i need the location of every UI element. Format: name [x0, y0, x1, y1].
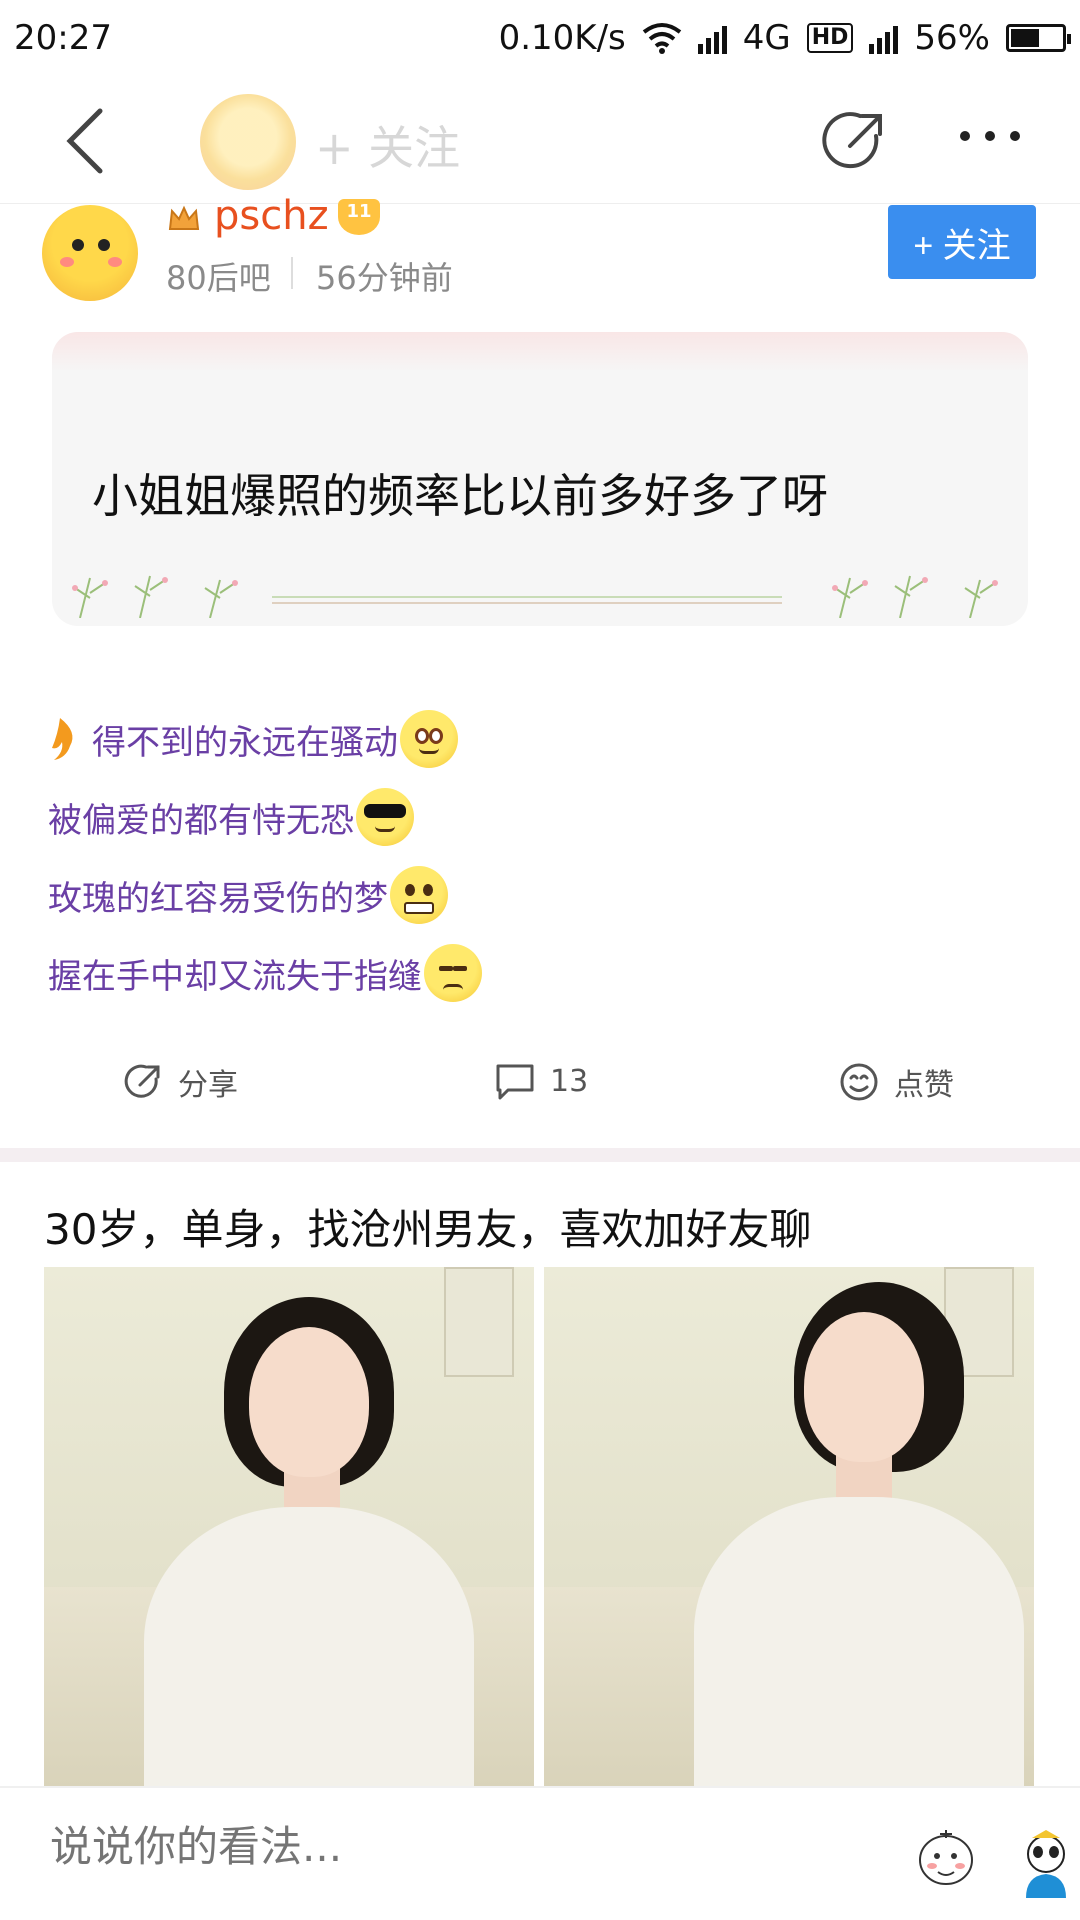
body-line-text: 握在手中却又流失于指缝	[48, 956, 422, 997]
comment-icon	[496, 1064, 534, 1100]
share-action-icon	[124, 1064, 160, 1098]
level-badge: 11	[338, 199, 380, 235]
post2-photo[interactable]	[44, 1267, 534, 1787]
user-avatar[interactable]	[42, 205, 138, 301]
face	[249, 1327, 369, 1477]
share-label: 分享	[178, 1068, 238, 1103]
battery-fill	[1011, 29, 1039, 47]
wall-switch	[444, 1267, 514, 1377]
panda-sticker-icon[interactable]	[1018, 1824, 1074, 1898]
post2-title[interactable]: 30岁，单身，找沧州男友，喜欢加好友聊	[44, 1196, 811, 1257]
comment-action[interactable]: 13	[494, 1060, 588, 1102]
nav-avatar[interactable]	[200, 94, 296, 190]
post-actions: 分享 13 点赞	[0, 1050, 1080, 1120]
wifi-icon	[642, 23, 681, 54]
like-icon	[840, 1063, 878, 1101]
sunglasses-emoji-icon	[356, 788, 414, 846]
network-speed: 0.10K/s	[498, 18, 626, 58]
meme-sticker-icon[interactable]	[904, 1822, 984, 1892]
status-time: 20:27	[14, 18, 112, 58]
like-action[interactable]: 点赞	[838, 1060, 954, 1104]
battery-icon	[1006, 24, 1071, 52]
body-line: 得不到的永远在骚动	[48, 700, 1048, 778]
quote-card: 小姐姐爆照的频率比以前多好多了呀	[52, 332, 1028, 626]
face	[804, 1312, 924, 1462]
crown-icon	[168, 205, 200, 230]
tree-decoration-left	[72, 575, 238, 618]
nav-bar: + 关注	[0, 76, 1080, 204]
body	[694, 1497, 1024, 1787]
nav-follow-button[interactable]: + 关注	[315, 112, 460, 178]
wide-eyes-emoji-icon	[400, 710, 458, 768]
comment-input[interactable]	[50, 1822, 850, 1871]
battery-percent: 56%	[914, 18, 990, 58]
forum-name[interactable]: 80后吧	[166, 253, 271, 299]
signal-icon	[697, 22, 727, 54]
comment-count: 13	[550, 1063, 589, 1099]
post-header: pschz 11 80后吧 56分钟前 + 关注	[0, 193, 1080, 305]
post-time: 56分钟前	[316, 259, 453, 297]
signal-icon-2	[869, 22, 899, 54]
hd-badge: HD	[806, 23, 854, 53]
tree-decoration-right	[832, 575, 998, 618]
post-body: 得不到的永远在骚动 被偏爱的都有恃无恐 玫瑰的红容易受伤的梦 握在手中却又流失于…	[48, 700, 1048, 1012]
network-type: 4G	[742, 18, 791, 58]
comment-bar	[0, 1786, 1080, 1920]
like-label: 点赞	[894, 1068, 954, 1103]
share-icon[interactable]	[820, 106, 890, 176]
quote-text: 小姐姐爆照的频率比以前多好多了呀	[92, 469, 828, 523]
body-line: 被偏爱的都有恃无恐	[48, 778, 1048, 856]
status-right: 0.10K/s 4G HD 56%	[498, 18, 1071, 58]
section-divider	[0, 1148, 1080, 1162]
body-line: 握在手中却又流失于指缝	[48, 934, 1048, 1012]
status-bar: 20:27 0.10K/s 4G HD 56%	[0, 0, 1080, 76]
back-icon[interactable]	[60, 106, 120, 176]
body-line-text: 玫瑰的红容易受伤的梦	[48, 878, 388, 919]
body-line-text: 被偏爱的都有恃无恐	[48, 800, 354, 841]
username[interactable]: pschz	[214, 193, 329, 239]
meta-divider	[291, 257, 293, 289]
unamused-emoji-icon	[424, 944, 482, 1002]
post2-photo[interactable]	[544, 1267, 1034, 1787]
grimace-emoji-icon	[390, 866, 448, 924]
body-line-text: 得不到的永远在骚动	[92, 722, 398, 763]
share-action[interactable]: 分享	[122, 1060, 238, 1104]
body-line: 玫瑰的红容易受伤的梦	[48, 856, 1048, 934]
follow-button[interactable]: + 关注	[888, 205, 1036, 279]
flame-icon	[52, 718, 73, 760]
line-decoration	[272, 596, 782, 604]
body	[144, 1507, 474, 1787]
more-icon[interactable]	[960, 126, 1020, 146]
cloud-decoration	[52, 332, 1028, 372]
